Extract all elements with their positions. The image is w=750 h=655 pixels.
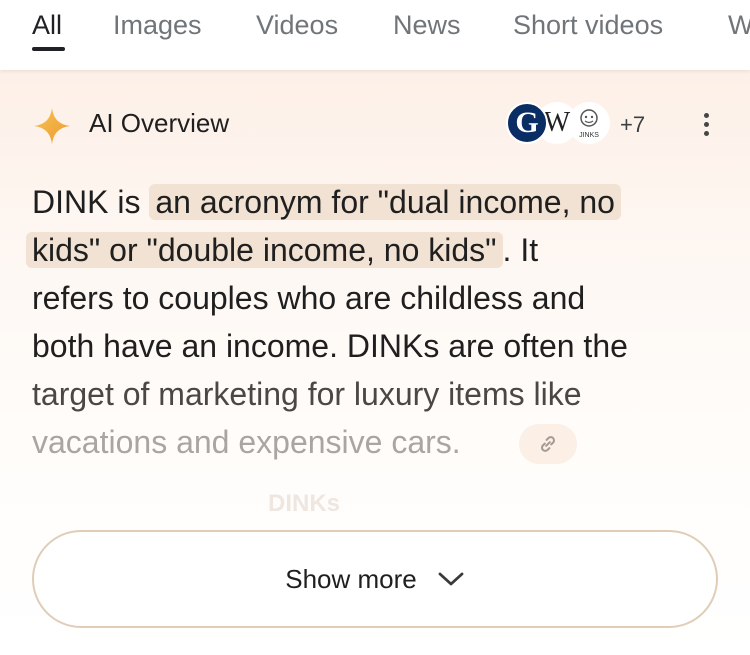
text-line-4: both have an income. DINKs are often the xyxy=(32,328,628,364)
text-line-3: refers to couples who are childless and xyxy=(32,280,586,316)
guardian-logo-icon[interactable]: G xyxy=(506,102,548,144)
tab-images[interactable]: Images xyxy=(113,10,202,41)
svg-text:JINKS: JINKS xyxy=(579,132,599,139)
text-line-2-plain: . It xyxy=(502,232,539,268)
highlighted-definition-part-2[interactable]: kids" or "double income, no kids" xyxy=(26,232,503,268)
source-icons[interactable]: G W JINKS xyxy=(506,102,616,146)
link-chip[interactable] xyxy=(519,424,577,464)
show-more-button[interactable]: Show more xyxy=(32,530,718,628)
more-vert-icon[interactable] xyxy=(690,106,722,142)
text-line-1-plain: DINK is xyxy=(32,184,150,220)
ai-overview-title: AI Overview xyxy=(89,108,230,138)
text-line-5: target of marketing for luxury items lik… xyxy=(32,376,582,412)
tab-all[interactable]: All xyxy=(32,10,62,41)
tab-news[interactable]: News xyxy=(393,10,461,41)
tab-videos[interactable]: Videos xyxy=(256,10,338,41)
show-more-label: Show more xyxy=(285,563,417,594)
more-sources-count[interactable]: +7 xyxy=(620,112,645,138)
faded-section-heading: DINKs xyxy=(268,490,341,517)
chevron-down-icon xyxy=(438,572,464,586)
text-line-6: vacations and expensive cars. xyxy=(32,424,461,460)
highlighted-definition-part-1[interactable]: an acronym for "dual income, no xyxy=(149,184,621,220)
tab-more-partial[interactable]: W xyxy=(728,10,750,41)
link-icon xyxy=(541,436,555,452)
sparkle-icon xyxy=(34,108,70,144)
search-tabs: All Images Videos News Short videos W xyxy=(0,0,750,70)
active-tab-indicator xyxy=(32,47,65,51)
tab-short-videos[interactable]: Short videos xyxy=(513,10,663,41)
